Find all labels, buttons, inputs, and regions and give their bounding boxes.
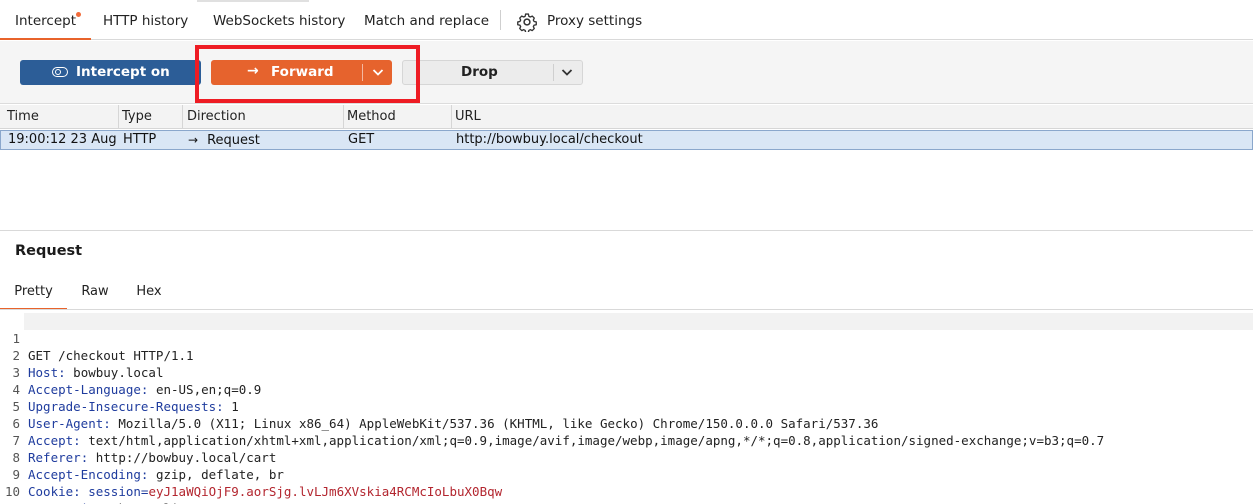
code-line: 10 Connection: keep-alive [0,466,194,504]
tab-http-history[interactable]: HTTP history [103,0,188,40]
code-line: 7 Referer: http://bowbuy.local/cart [0,415,276,465]
header-name: Cookie [28,484,74,499]
code-text: Host: bowbuy.local [28,365,164,380]
header-name: Accept-Language [28,382,141,397]
table-divider [0,230,1253,231]
code-text: User-Agent: Mozilla/5.0 (X11; Linux x86_… [28,416,879,431]
tab-proxy-settings[interactable]: Proxy settings [547,0,642,40]
header-name: Upgrade-Insecure-Requests [28,399,217,414]
header-value: 1 [223,399,239,414]
tab-match-and-replace[interactable]: Match and replace [364,0,489,40]
header-value: Mozilla/5.0 (X11; Linux x86_64) AppleWeb… [110,416,879,431]
header-value: gzip, deflate, br [148,467,284,482]
drop-split-divider [553,64,554,81]
header-name: Host [28,365,59,380]
cookie-name: session [88,484,141,499]
cell-type: HTTP [123,132,157,147]
notification-dot [76,12,81,17]
code-text: Referer: http://bowbuy.local/cart [28,450,277,465]
code-text: Accept-Encoding: gzip, deflate, br [28,467,284,482]
header-value: text/html,application/xhtml+xml,applicat… [80,433,1105,448]
header-value: http://bowbuy.local/cart [88,450,277,465]
header-name: Accept [28,433,74,448]
code-line: 6 Accept: text/html,application/xhtml+xm… [0,398,1104,448]
tab-websockets-history[interactable]: WebSockets history [213,0,345,40]
cell-url: http://bowbuy.local/checkout [456,132,643,147]
code-text: Connection: keep-alive [28,500,194,504]
header-name: User-Agent [28,416,104,431]
drop-button-label: Drop [461,64,498,80]
intercept-toolbar: Intercept on → Forward Drop [0,41,1253,104]
drop-button[interactable]: Drop [402,60,583,85]
tab-intercept[interactable]: Intercept [0,0,91,40]
header-name: Referer [28,450,81,465]
tab-http-history-label: HTTP history [103,13,189,29]
column-header-url[interactable]: URL [448,105,1253,129]
header-name: Accept-Encoding [28,467,141,482]
code-line: 2 Host: bowbuy.local [0,330,163,380]
gear-icon[interactable] [517,12,537,32]
request-editor[interactable]: 1 GET /checkout HTTP/1.1 2 Host: bowbuy.… [0,313,1253,504]
code-line: 8 Accept-Encoding: gzip, deflate, br [0,432,283,482]
cell-time: 19:00:12 23 Aug ... [8,132,116,147]
line-number: 11 [0,500,20,504]
header-value: bowbuy.local [65,365,164,380]
tab-pretty[interactable]: Pretty [0,275,67,310]
cell-method: GET [348,132,375,147]
code-text: Upgrade-Insecure-Requests: 1 [28,399,239,414]
intercept-table-header: Time Type Direction Method URL [0,105,1253,129]
code-text: Accept-Language: en-US,en;q=0.9 [28,382,262,397]
tab-websockets-history-label: WebSockets history [213,13,346,29]
table-row[interactable]: 19:00:12 23 Aug ... HTTP → Request GET ht… [0,130,1253,150]
tab-raw[interactable]: Raw [73,275,117,310]
subtabs-divider [0,309,1253,310]
intercept-toggle-button[interactable]: Intercept on [20,60,201,85]
code-line: 4 Upgrade-Insecure-Requests: 1 [0,364,238,414]
tab-hex[interactable]: Hex [127,275,171,310]
cookie-value: eyJ1aWQiOjF9.aorSjg.lvLJm6XVskia4RCMcIoL… [148,484,503,499]
code-line: 5 User-Agent: Mozilla/5.0 (X11; Linux x8… [0,381,878,431]
column-header-time[interactable]: Time [0,105,119,129]
cell-direction-label: Request [207,133,260,148]
column-header-direction[interactable]: Direction [180,105,344,129]
code-line: 1 GET /checkout HTTP/1.1 [0,313,193,363]
tab-intercept-label: Intercept [15,13,76,29]
toggle-icon [52,67,68,77]
intercept-button-label: Intercept on [76,64,170,80]
forward-highlight-box [195,45,420,103]
code-text: GET /checkout HTTP/1.1 [28,348,194,363]
code-text: Cookie: session=eyJ1aWQiOjF9.aorSjg.lvLJ… [28,484,503,499]
code-line: 3 Accept-Language: en-US,en;q=0.9 [0,347,261,397]
code-text: Accept: text/html,application/xhtml+xml,… [28,433,1105,448]
tab-proxy-settings-label: Proxy settings [547,13,643,29]
request-panel-title: Request [15,243,83,259]
chevron-down-icon[interactable] [559,64,575,80]
code-line: 9 Cookie: session=eyJ1aWQiOjF9.aorSjg.lv… [0,449,502,499]
proxy-tab-bar: Intercept HTTP history WebSockets histor… [0,0,1253,40]
column-header-method[interactable]: Method [340,105,452,129]
tab-separator [500,10,501,30]
tab-match-and-replace-label: Match and replace [364,13,490,29]
code-line: 11 [0,483,30,504]
cell-direction: → Request [181,131,341,149]
header-value: en-US,en;q=0.9 [148,382,262,397]
column-header-type[interactable]: Type [115,105,183,129]
arrow-right-icon: → [188,133,199,147]
current-line-highlight [24,313,1253,330]
